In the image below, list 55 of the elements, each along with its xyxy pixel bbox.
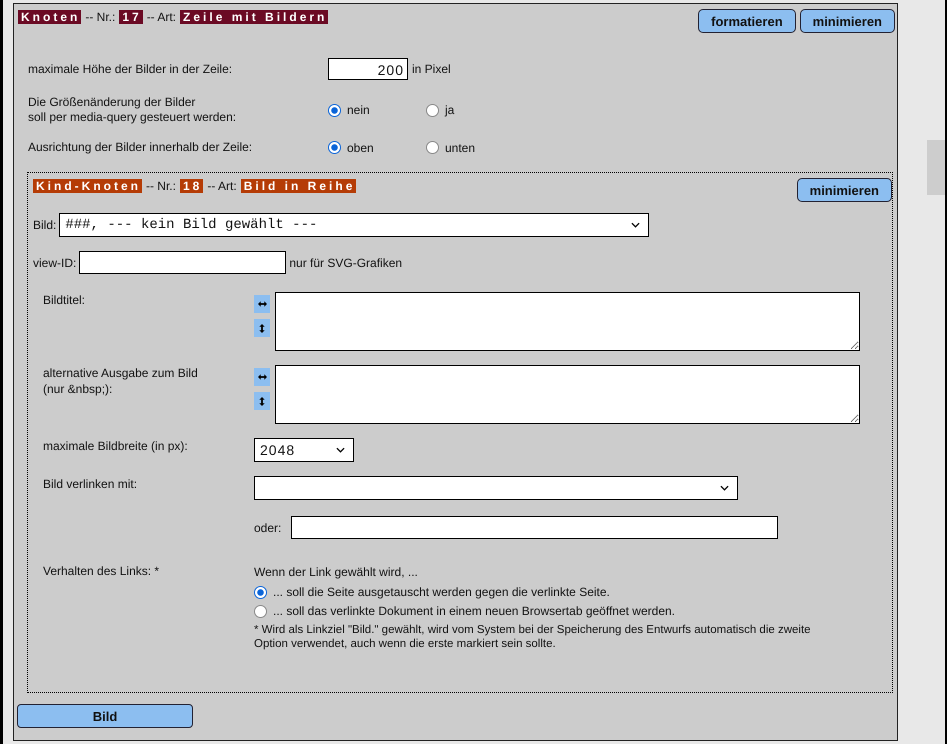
heighten-button[interactable] xyxy=(254,319,270,337)
hint-text: nur für SVG-Grafiken xyxy=(289,256,402,270)
node-number-tag: 17 xyxy=(119,10,143,24)
minimize-button[interactable]: minimieren xyxy=(800,9,895,33)
field-label: Verhalten des Links: * xyxy=(43,563,160,580)
unit-label: in Pixel xyxy=(412,62,451,76)
node-type-tag: Knoten xyxy=(18,10,82,24)
image-button[interactable]: Bild xyxy=(17,704,193,728)
setting-label: Ausrichtung der Bilder innerhalb der Zeile: xyxy=(28,140,254,155)
number-input[interactable]: 200 xyxy=(328,58,408,80)
field-label: maximale Bildbreite (in px): xyxy=(43,438,189,455)
left-right-arrow-icon xyxy=(258,374,266,380)
width-select[interactable]: 2048 xyxy=(254,438,354,462)
note-text: * Wird als Linkziel "Bild." gewählt, wird vom System bei der Speicherung des Entwurfs automatisch die zweite Option verwendet, auch wenn die erste markiert sein sollte. xyxy=(254,623,812,651)
widen-button[interactable] xyxy=(254,368,270,386)
node-type-tag: Kind-Knoten xyxy=(33,179,142,193)
field-label: Bild verlinken mit: xyxy=(43,476,138,493)
radio-option[interactable]: nein xyxy=(328,103,426,117)
intro-text: Wenn der Link gewählt wird, ... xyxy=(254,564,419,580)
image-label: Bild: xyxy=(33,218,56,232)
chevron-icon xyxy=(720,485,729,491)
setting-label: Die Größenänderung der Bilder soll per media-query gesteuert werden: xyxy=(28,95,238,125)
node-kind-tag: Zeile mit Bildern xyxy=(180,10,328,24)
kind-label: -- Art: xyxy=(146,10,176,24)
widen-button[interactable] xyxy=(254,295,270,313)
view-id-input[interactable] xyxy=(79,251,286,274)
image-select[interactable]: ###, --- kein Bild gewählt --- xyxy=(59,213,650,237)
chevron-icon xyxy=(631,222,640,228)
radio-option[interactable]: ja xyxy=(426,103,454,117)
view-id-label: view-ID: xyxy=(33,256,76,270)
text-area[interactable] xyxy=(275,365,860,424)
left-right-arrow-icon xyxy=(258,301,266,307)
link-select[interactable] xyxy=(254,476,738,500)
format-button[interactable]: formatieren xyxy=(698,9,796,33)
field-label: alternative Ausgabe zum Bild (nur &nbsp;): xyxy=(43,365,199,398)
kind-label: -- Art: xyxy=(207,179,237,193)
node-kind-tag: Bild in Reihe xyxy=(240,179,356,193)
or-label: oder: xyxy=(254,520,282,534)
up-down-arrow-icon xyxy=(259,396,265,406)
node-number-tag: 18 xyxy=(180,179,204,193)
setting-label: maximale Höhe der Bilder in der Zeile: xyxy=(28,62,234,76)
minimize-button[interactable]: minimieren xyxy=(796,178,892,202)
radio-option[interactable]: unten xyxy=(426,140,476,154)
up-down-arrow-icon xyxy=(259,324,265,332)
radio-option[interactable]: ... soll die Seite ausgetauscht werden gegen die verlinkte Seite. xyxy=(254,583,892,602)
field-label: Bildtitel: xyxy=(43,292,86,309)
chevron-icon xyxy=(336,447,345,453)
text-area[interactable] xyxy=(275,292,860,351)
radio-option[interactable]: oben xyxy=(328,140,426,154)
number-label: -- Nr.: xyxy=(146,179,176,193)
number-label: -- Nr.: xyxy=(85,10,116,24)
scrollbar-thumb[interactable] xyxy=(927,140,945,195)
radio-option[interactable]: ... soll das verlinkte Dokument in einem neuen Browsertab geöffnet werden. xyxy=(254,602,892,621)
link-input[interactable] xyxy=(291,516,778,539)
heighten-button[interactable] xyxy=(254,392,270,410)
